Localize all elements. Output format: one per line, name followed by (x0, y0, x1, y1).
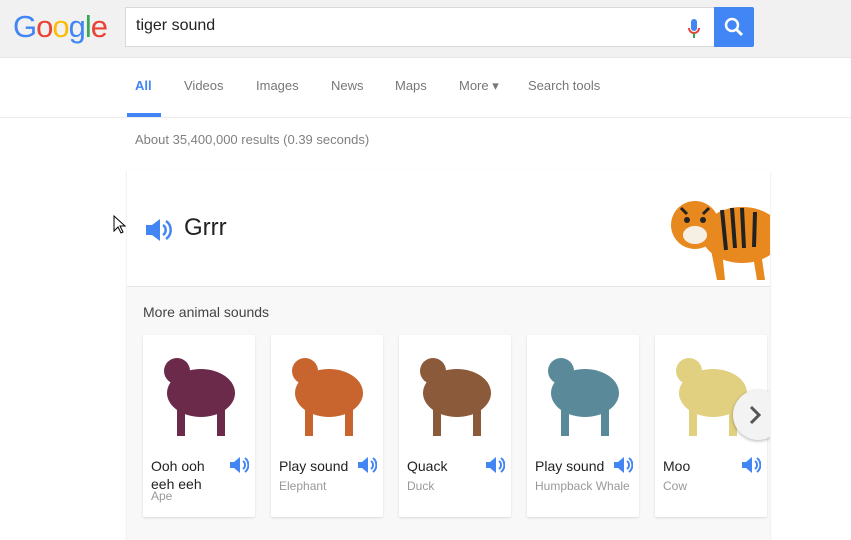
speaker-icon[interactable] (357, 456, 377, 474)
sound-label: Ooh ooh eeh eeh (151, 458, 205, 492)
more-animal-sounds: More animal sounds Ooh ooh eeh eeh Ape P… (127, 286, 770, 540)
sound-label: Quack (407, 458, 448, 474)
tab-all[interactable]: All (135, 78, 152, 93)
tiger-image (671, 201, 770, 280)
sound-text: Grrr (184, 214, 227, 241)
animal-name: Duck (407, 479, 435, 493)
search-icon (724, 17, 744, 37)
animal-card-ape[interactable]: Ooh ooh eeh eeh Ape (143, 335, 255, 517)
header: Google (0, 0, 851, 58)
animal-image (292, 358, 363, 436)
section-title: More animal sounds (143, 304, 270, 320)
animal-card-humpback-whale[interactable]: Play sound Humpback Whale (527, 335, 639, 517)
speaker-icon[interactable] (144, 217, 172, 243)
speaker-icon[interactable] (613, 456, 633, 474)
chevron-right-icon (749, 405, 762, 425)
tab-images[interactable]: Images (256, 78, 299, 93)
google-logo[interactable]: Google (13, 9, 108, 45)
sound-label: Play sound (279, 458, 349, 474)
tab-more[interactable]: More ▾ (459, 78, 499, 94)
animal-name: Elephant (279, 479, 327, 493)
animal-name: Cow (663, 479, 688, 493)
sound-label: Moo (663, 458, 691, 474)
tab-news[interactable]: News (331, 78, 364, 93)
animal-card-elephant[interactable]: Play sound Elephant (271, 335, 383, 517)
animal-image (420, 358, 491, 436)
tab-videos[interactable]: Videos (184, 78, 224, 93)
result-stats: About 35,400,000 results (0.39 seconds) (135, 132, 370, 147)
sound-label: Play sound (535, 458, 605, 474)
mouse-cursor-icon (113, 215, 127, 234)
tab-maps[interactable]: Maps (395, 78, 427, 93)
animal-image (548, 358, 619, 436)
search-button[interactable] (714, 7, 754, 47)
mic-icon[interactable] (687, 18, 701, 40)
active-tab-indicator (127, 113, 161, 117)
animal-name: Humpback Whale (535, 479, 630, 493)
animal-name: Ape (151, 489, 173, 503)
tab-search-tools[interactable]: Search tools (528, 78, 600, 93)
speaker-icon[interactable] (741, 456, 761, 474)
speaker-icon[interactable] (485, 456, 505, 474)
animal-sound-card: Grrr More animal sounds Ooh ooh eeh eeh … (127, 170, 770, 540)
search-tabs: All Videos Images News Maps More ▾ Searc… (0, 58, 851, 118)
search-input[interactable] (136, 17, 656, 35)
next-button[interactable] (733, 390, 770, 440)
animal-image (164, 358, 235, 436)
speaker-icon[interactable] (229, 456, 249, 474)
search-box (125, 7, 714, 47)
animal-card-duck[interactable]: Quack Duck (399, 335, 511, 517)
